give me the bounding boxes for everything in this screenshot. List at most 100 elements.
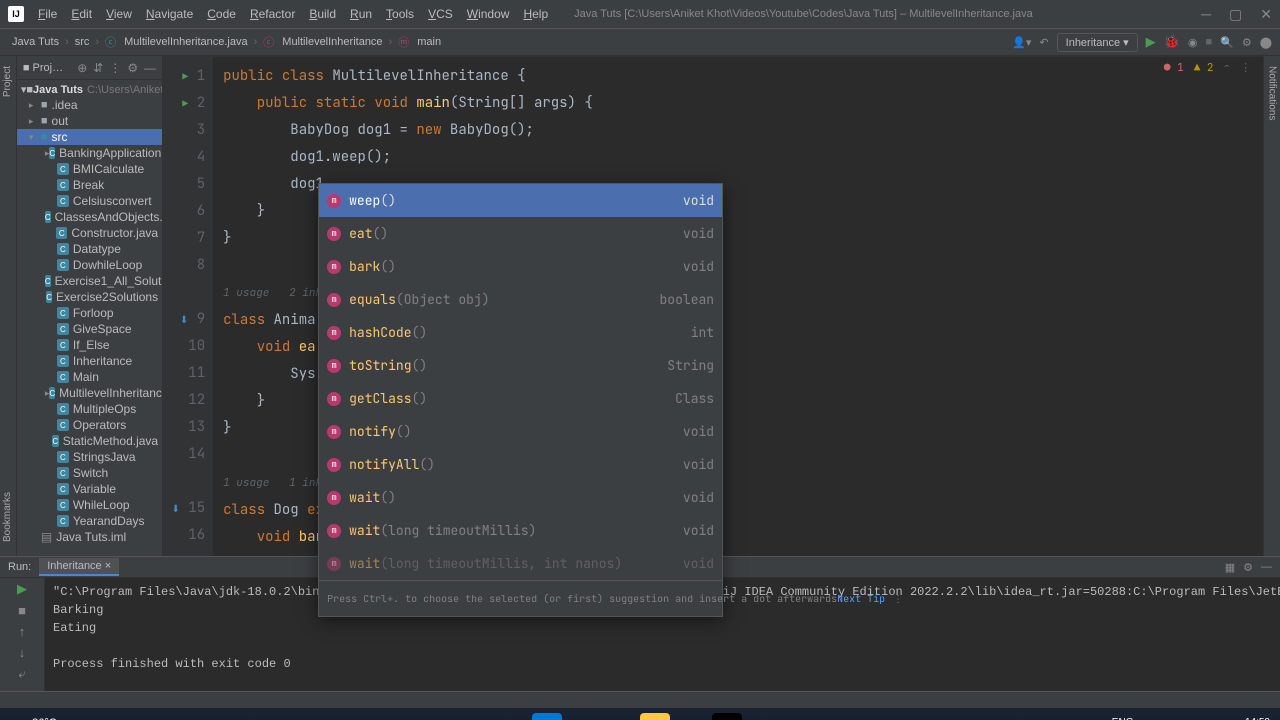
tree-file-Exercise2Solutions[interactable]: CExercise2Solutions (17, 289, 162, 305)
maximize-icon[interactable]: ▢ (1229, 6, 1242, 23)
obs-icon[interactable]: ⏺ (748, 713, 778, 720)
completion-hashCode[interactable]: mhashCode()int (319, 316, 722, 349)
user-icon[interactable]: 👤▾ (1012, 36, 1031, 49)
tree-file-BankingApplication.java[interactable]: ▸CBankingApplication.java (17, 145, 162, 161)
menu-edit[interactable]: Edit (65, 5, 98, 23)
menu-navigate[interactable]: Navigate (140, 5, 199, 23)
tree-file-YearandDays[interactable]: CYearandDays (17, 513, 162, 529)
explorer-icon[interactable]: 📁 (424, 713, 454, 720)
completion-equals[interactable]: mequals(Object obj)boolean (319, 283, 722, 316)
next-tip-link[interactable]: Next Tip (837, 585, 885, 612)
rerun-button[interactable]: ▶ (17, 581, 27, 597)
tree-file-BMICalculate[interactable]: CBMICalculate (17, 161, 162, 177)
bookmarks-tool-button[interactable]: Bookmarks (2, 486, 13, 548)
tree-file-Forloop[interactable]: CForloop (17, 305, 162, 321)
tree-file-Constructor.java[interactable]: CConstructor.java (17, 225, 162, 241)
tree-file-Exercise1_All_Solutions[interactable]: CExercise1_All_Solutions (17, 273, 162, 289)
select-opened-icon[interactable]: ⊕ (77, 61, 87, 75)
breadcrumb-folder[interactable]: src (71, 34, 94, 50)
app-icon-1[interactable]: M (532, 713, 562, 720)
menu-view[interactable]: View (100, 5, 138, 23)
tree-file-Celsiusconvert[interactable]: CCelsiusconvert (17, 193, 162, 209)
menu-file[interactable]: File (32, 5, 63, 23)
wrap-button[interactable]: ⤶ (18, 666, 25, 682)
start-button[interactable]: ⊞ (352, 713, 382, 720)
search-icon[interactable]: 🔍 (1220, 36, 1234, 49)
tree-file-Main[interactable]: CMain (17, 369, 162, 385)
collapse-icon[interactable]: ⋮ (109, 61, 121, 75)
menu-help[interactable]: Help (517, 5, 554, 23)
project-tool-button[interactable]: Project (2, 60, 13, 103)
tree-file-Variable[interactable]: CVariable (17, 481, 162, 497)
completion-getClass[interactable]: mgetClass()Class (319, 382, 722, 415)
tree-file-DowhileLoop[interactable]: CDowhileLoop (17, 257, 162, 273)
notifications-tool-button[interactable]: Notifications (1267, 60, 1278, 126)
menu-tools[interactable]: Tools (380, 5, 420, 23)
completion-weep[interactable]: mweep()void (319, 184, 722, 217)
tree-file-WhileLoop[interactable]: CWhileLoop (17, 497, 162, 513)
tree-file-If_Else[interactable]: CIf_Else (17, 337, 162, 353)
search-taskbar-icon[interactable]: 🔍 (388, 713, 418, 720)
breadcrumb-class[interactable]: MultilevelInheritance (278, 34, 386, 50)
todo-icon[interactable]: ✓ (604, 713, 634, 720)
close-icon[interactable]: ✕ (1260, 6, 1272, 23)
tree-file-ClassesAndObjects.java[interactable]: CClassesAndObjects.java (17, 209, 162, 225)
tree-file-Break[interactable]: CBreak (17, 177, 162, 193)
intellij-icon[interactable]: IJ (712, 713, 742, 720)
tree-file-Datatype[interactable]: CDatatype (17, 241, 162, 257)
completion-toString[interactable]: mtoString()String (319, 349, 722, 382)
code-content[interactable]: public class MultilevelInheritance { pub… (213, 57, 1263, 557)
settings-icon[interactable]: ⚙ (1242, 36, 1252, 49)
run-config-selector[interactable]: Inheritance ▾ (1057, 33, 1138, 52)
completion-notify[interactable]: mnotify()void (319, 415, 722, 448)
run-hide-icon[interactable]: — (1261, 561, 1272, 574)
expand-all-icon[interactable]: ⇵ (93, 61, 103, 75)
completion-wait[interactable]: mwait(long timeoutMillis, int nanos)void (319, 547, 722, 580)
menu-window[interactable]: Window (461, 5, 516, 23)
breadcrumb-file[interactable]: MultilevelInheritance.java (120, 34, 252, 50)
down-button[interactable]: ↓ (19, 645, 26, 660)
completion-wait[interactable]: mwait(long timeoutMillis)void (319, 514, 722, 547)
tree-file-Switch[interactable]: CSwitch (17, 465, 162, 481)
gutter[interactable]: ▶ 1▶ 2345678 ⬇ 91011121314 ⬇ 1516 (163, 57, 213, 557)
run-with-coverage-icon[interactable]: ◉ (1188, 36, 1198, 49)
tree-file-Operators[interactable]: COperators (17, 417, 162, 433)
tree-iml[interactable]: ▤Java Tuts.iml (17, 529, 162, 545)
tree-folder-src[interactable]: ▾■src (17, 129, 162, 145)
breadcrumb-method[interactable]: main (413, 34, 445, 50)
layout-icon[interactable]: ▦ (1225, 561, 1235, 574)
notes-icon[interactable]: 📝 (640, 713, 670, 720)
back-icon[interactable]: ↶ (1039, 36, 1048, 49)
completion-notifyAll[interactable]: mnotifyAll()void (319, 448, 722, 481)
tree-folder-.idea[interactable]: ▸■.idea (17, 97, 162, 113)
run-tab[interactable]: Inheritance × (39, 558, 119, 576)
run-settings-icon[interactable]: ⚙ (1243, 561, 1253, 574)
store-icon[interactable]: 🛍 (568, 713, 598, 720)
completion-wait[interactable]: mwait()void (319, 481, 722, 514)
tree-file-StaticMethod.java[interactable]: CStaticMethod.java (17, 433, 162, 449)
stop-icon[interactable]: ■ (1205, 36, 1212, 48)
breadcrumb-project[interactable]: Java Tuts (8, 34, 63, 50)
up-button[interactable]: ↑ (19, 624, 26, 639)
tree-file-MultilevelInheritance.java[interactable]: ▸CMultilevelInheritance.java (17, 385, 162, 401)
menu-refactor[interactable]: Refactor (244, 5, 301, 23)
tree-file-Inheritance[interactable]: CInheritance (17, 353, 162, 369)
hide-icon[interactable]: — (144, 61, 156, 75)
completion-bark[interactable]: mbark()void (319, 250, 722, 283)
menu-run[interactable]: Run (344, 5, 378, 23)
tree-root[interactable]: ▾■Java TutsC:\Users\Aniket Khot (17, 82, 162, 97)
menu-vcs[interactable]: VCS (422, 5, 459, 23)
teams-icon[interactable]: 👥 (460, 713, 490, 720)
debug-button[interactable]: 🐞 (1164, 34, 1180, 50)
tree-file-MultipleOps[interactable]: CMultipleOps (17, 401, 162, 417)
minimize-icon[interactable]: ─ (1201, 6, 1211, 23)
chrome-icon[interactable]: 🌈 (676, 713, 706, 720)
settings-gear-icon[interactable]: ⚙ (127, 61, 138, 75)
run-button[interactable]: ▶ (1146, 34, 1156, 50)
tree-file-GiveSpace[interactable]: CGiveSpace (17, 321, 162, 337)
edge-icon[interactable]: 🌐 (496, 713, 526, 720)
tree-file-StringsJava[interactable]: CStringsJava (17, 449, 162, 465)
tree-folder-out[interactable]: ▸■out (17, 113, 162, 129)
completion-eat[interactable]: meat()void (319, 217, 722, 250)
menu-code[interactable]: Code (201, 5, 242, 23)
